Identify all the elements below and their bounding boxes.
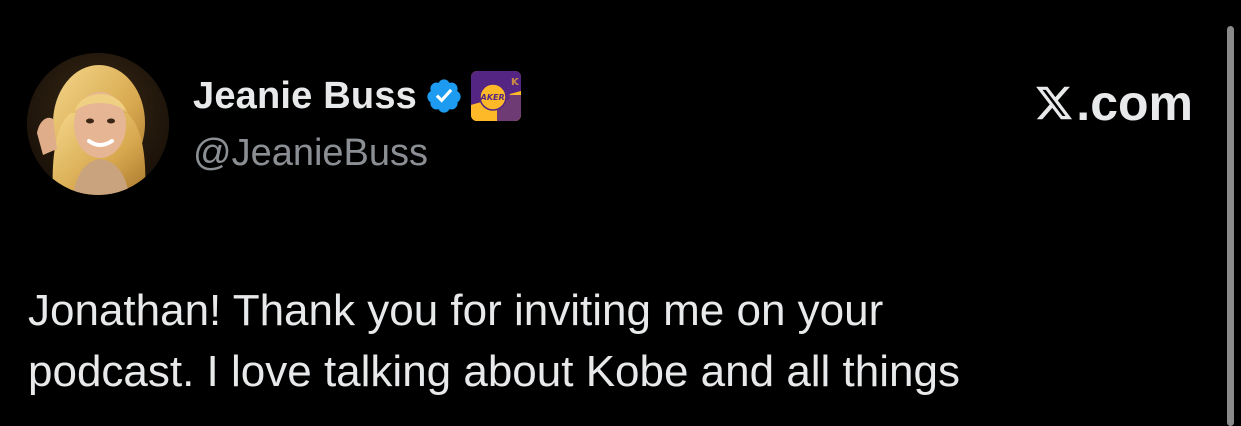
x-logo-icon	[1034, 82, 1074, 124]
tweet-text: Jonathan! Thank you for inviting me on y…	[28, 280, 1198, 402]
scrollbar[interactable]	[1227, 26, 1234, 426]
svg-text:K: K	[511, 77, 520, 88]
avatar-image	[27, 53, 169, 195]
tweet-text-line: Jonathan! Thank you for inviting me on y…	[28, 286, 884, 335]
author-display-name[interactable]: Jeanie Buss	[193, 75, 417, 118]
lakers-logo-label: LAKERS	[476, 93, 511, 102]
tweet-text-line: podcast. I love talking about Kobe and a…	[28, 347, 960, 396]
x-brand-suffix: .com	[1076, 75, 1193, 131]
x-brand-watermark: .com	[1034, 74, 1193, 132]
avatar[interactable]	[27, 53, 169, 195]
verified-badge-icon	[425, 77, 463, 115]
author-name-row: Jeanie Buss LAKERS K	[193, 68, 521, 124]
author-handle[interactable]: @JeanieBuss	[193, 132, 428, 175]
lakers-logo-icon[interactable]: LAKERS K	[470, 71, 521, 121]
